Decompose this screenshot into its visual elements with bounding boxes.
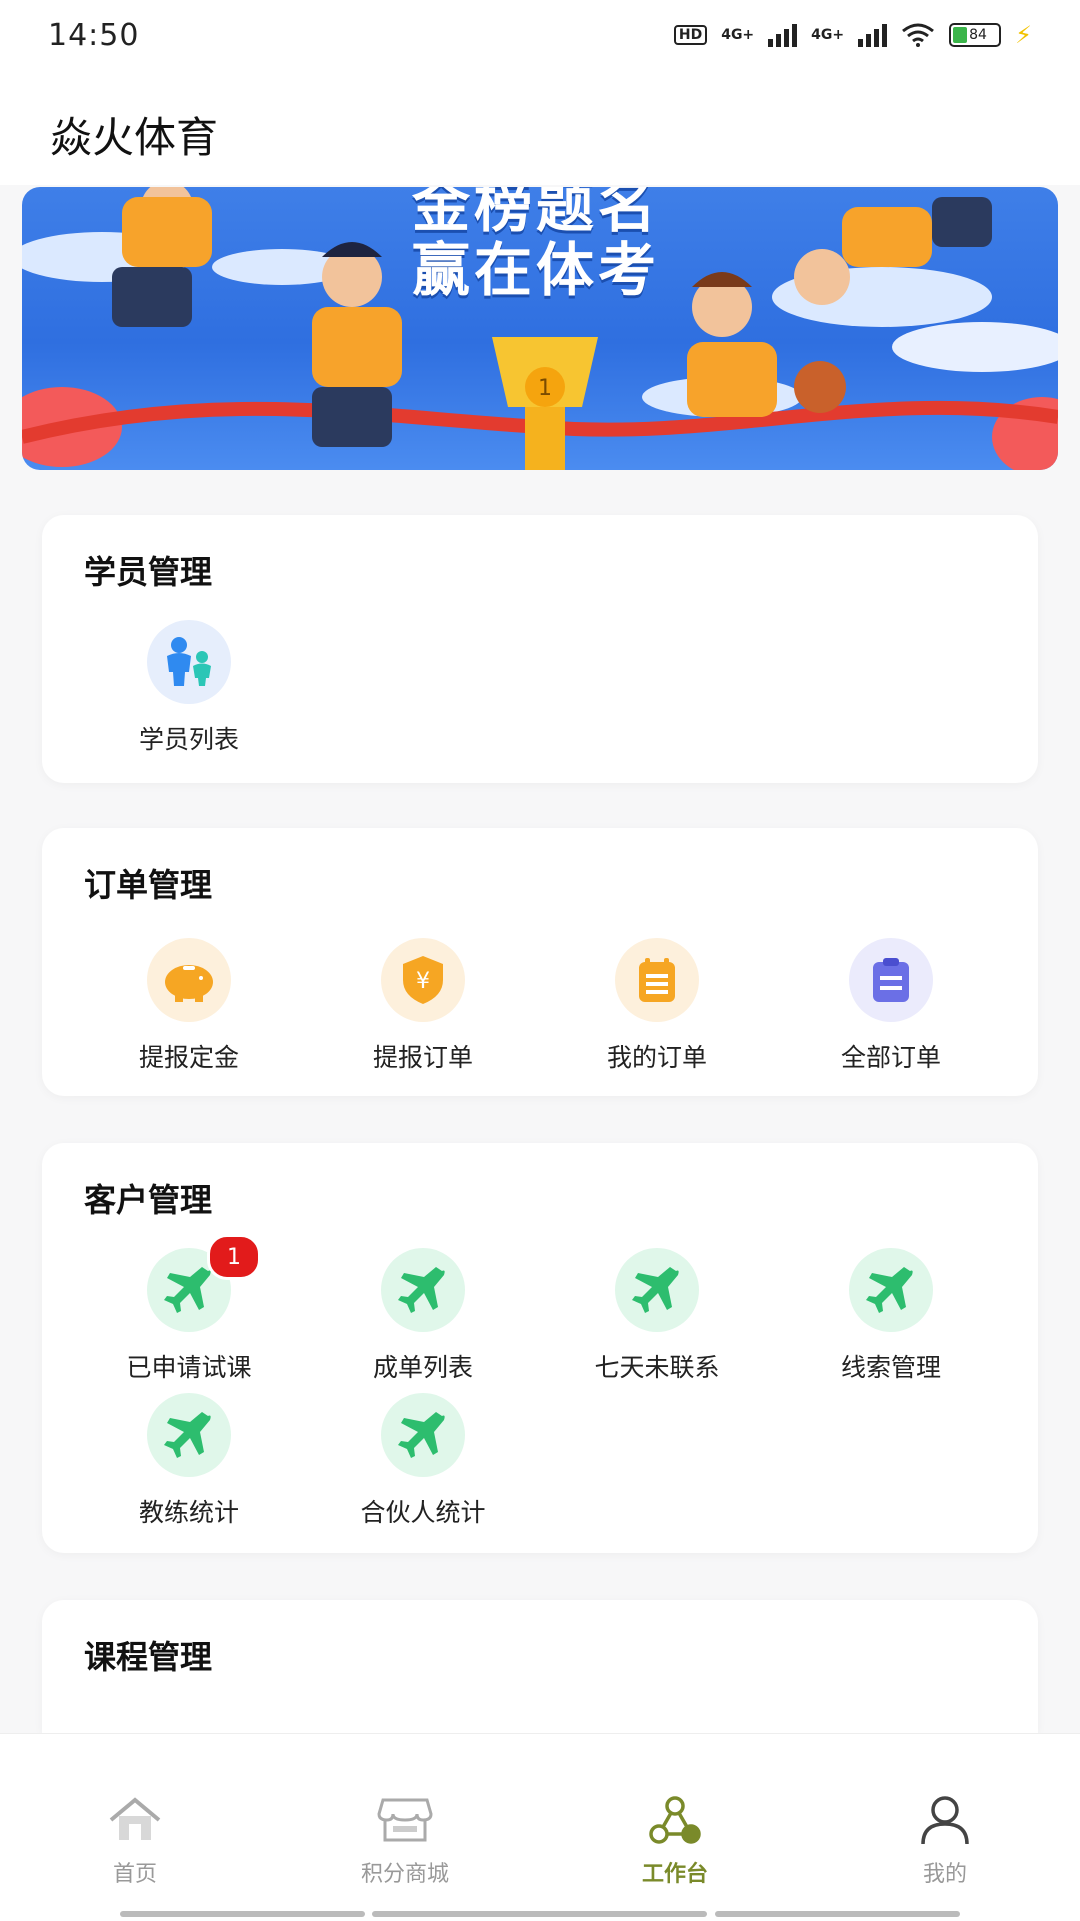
seven-days-uncontacted-item[interactable]: 七天未联系	[557, 1248, 757, 1384]
network-label-2: 4G+	[811, 27, 845, 43]
wifi-icon	[902, 23, 935, 47]
banner-slogan-main: 赢在体考	[412, 236, 661, 304]
charging-icon: ⚡	[1015, 21, 1032, 49]
submit-deposit-item[interactable]: 提报定金	[89, 938, 289, 1074]
status-time: 14:50	[48, 17, 140, 53]
svg-text:¥: ¥	[416, 969, 430, 994]
tab-points-mall-label: 积分商城	[360, 1862, 449, 1887]
tab-mine-label: 我的	[922, 1862, 967, 1887]
all-orders-item[interactable]: 全部订单	[791, 938, 991, 1074]
tab-home[interactable]: 首页	[35, 1794, 235, 1888]
status-icons: HD 4G+ 4G+ 84 ⚡	[673, 21, 1032, 49]
trial-applied-label: 已申请试课	[126, 1353, 252, 1382]
notification-badge: 1	[207, 1234, 261, 1280]
coach-stats-label: 教练统计	[138, 1498, 239, 1527]
workbench-icon	[649, 1796, 701, 1844]
bottom-tab-bar: 首页 积分商城 工作台 我的	[0, 1733, 1080, 1921]
piggy-bank-icon	[147, 938, 231, 1022]
page-title: 焱火体育	[50, 113, 219, 162]
signal-icon	[768, 23, 798, 47]
students-icon	[147, 620, 231, 704]
svg-text:1: 1	[538, 376, 552, 401]
tab-workbench-label: 工作台	[641, 1862, 708, 1887]
network-label-1: 4G+	[721, 27, 755, 43]
battery-level: 84	[969, 27, 987, 43]
my-orders-item[interactable]: 我的订单	[557, 938, 757, 1074]
my-orders-label: 我的订单	[606, 1043, 707, 1072]
plane-icon	[615, 1248, 699, 1332]
tab-points-mall[interactable]: 积分商城	[305, 1794, 505, 1888]
signal-icon-2	[858, 23, 888, 47]
coach-stats-item[interactable]: 教练统计	[89, 1393, 289, 1529]
trial-applied-item[interactable]: 1 已申请试课	[89, 1234, 289, 1384]
submit-deposit-label: 提报定金	[138, 1043, 239, 1072]
clipboard-icon	[849, 938, 933, 1022]
all-orders-label: 全部订单	[840, 1043, 941, 1072]
home-indicator-1	[120, 1911, 365, 1917]
home-icon	[109, 1797, 161, 1840]
home-indicator-2	[372, 1911, 707, 1917]
promo-banner[interactable]: 1 金榜题名 赢在体考	[22, 187, 1058, 470]
plane-icon: 1	[147, 1234, 261, 1332]
section-title-customer: 客户管理	[84, 1181, 213, 1219]
calendar-list-icon	[615, 938, 699, 1022]
tab-home-label: 首页	[112, 1862, 157, 1887]
submit-order-label: 提报订单	[372, 1043, 473, 1072]
deal-list-label: 成单列表	[372, 1353, 473, 1382]
customer-management-card: 客户管理 1 已申请试课 成单列表 七天未联系 线索管理 教练统计 合伙人统计	[42, 1143, 1038, 1553]
student-management-card: 学员管理 学员列表	[42, 515, 1038, 783]
plane-icon	[147, 1393, 231, 1477]
user-icon	[921, 1796, 969, 1845]
course-management-card: 课程管理	[42, 1600, 1038, 1733]
tab-mine[interactable]: 我的	[845, 1794, 1045, 1888]
home-indicator-3	[715, 1911, 960, 1917]
status-bar: 14:50 HD 4G+ 4G+ 84 ⚡	[0, 0, 1080, 70]
plane-icon	[381, 1393, 465, 1477]
lead-management-item[interactable]: 线索管理	[791, 1248, 991, 1384]
order-management-card: 订单管理 提报定金 ¥ 提报订单 我的订单 全部订单	[42, 828, 1038, 1096]
app-header: 焱火体育	[0, 70, 1080, 185]
partner-stats-item[interactable]: 合伙人统计	[323, 1393, 523, 1529]
tab-workbench[interactable]: 工作台	[575, 1794, 775, 1888]
partner-stats-label: 合伙人统计	[360, 1498, 486, 1527]
deal-list-item[interactable]: 成单列表	[323, 1248, 523, 1384]
student-list-item[interactable]: 学员列表	[89, 620, 289, 756]
hd-icon: HD	[673, 25, 708, 45]
student-list-label: 学员列表	[138, 725, 239, 754]
lead-management-label: 线索管理	[840, 1353, 941, 1382]
section-title-order: 订单管理	[84, 866, 213, 904]
store-icon	[377, 1798, 433, 1842]
yuan-shield-icon: ¥	[381, 938, 465, 1022]
seven-days-uncontacted-label: 七天未联系	[594, 1353, 720, 1382]
plane-icon	[381, 1248, 465, 1332]
submit-order-item[interactable]: ¥ 提报订单	[323, 938, 523, 1074]
section-title-student: 学员管理	[84, 553, 213, 591]
plane-icon	[849, 1248, 933, 1332]
section-title-course: 课程管理	[84, 1638, 213, 1676]
battery-icon: 84	[949, 23, 1002, 47]
